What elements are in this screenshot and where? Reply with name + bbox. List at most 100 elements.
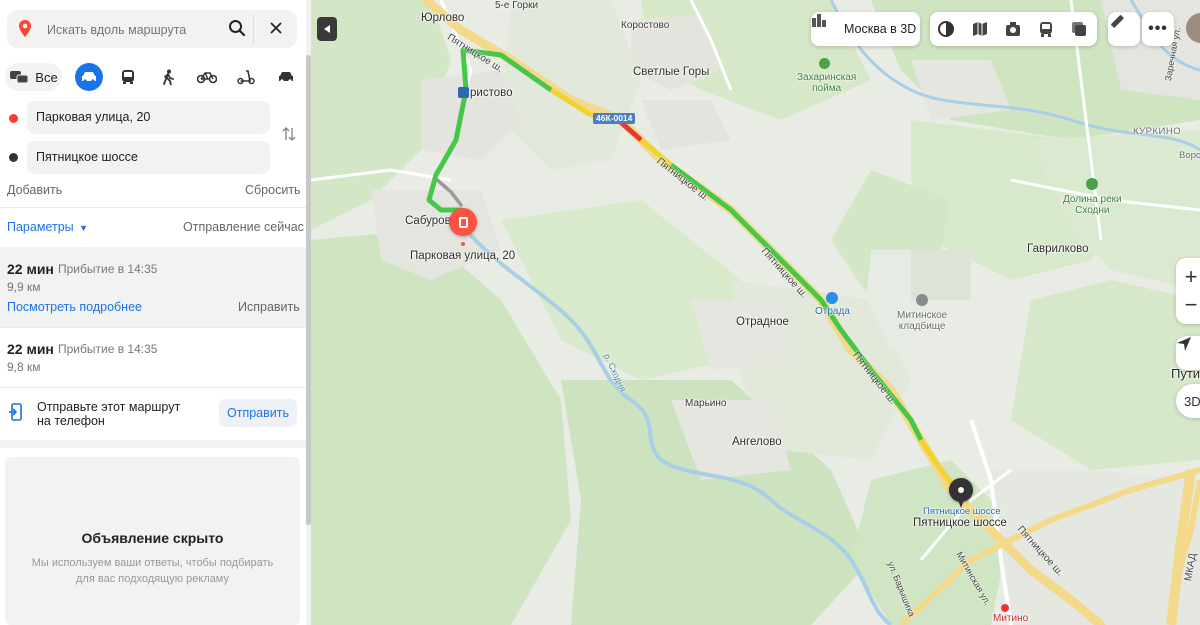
zoom-controls: + − (1176, 258, 1200, 324)
taxi-icon (277, 70, 295, 84)
walk-icon (161, 69, 175, 85)
mode-bike-button[interactable] (195, 63, 219, 91)
mode-all-label: Все (35, 69, 58, 85)
place-mitino-metro: Митино (993, 613, 1029, 624)
place-mitin-cemetery: Митинское кладбище (897, 310, 947, 332)
reset-link[interactable]: Сбросить (245, 183, 301, 197)
place-gavrilkovo: Гаврилково (1027, 243, 1089, 255)
bicycle-icon (197, 70, 217, 84)
moscow-3d-label: Москва в 3D (844, 22, 917, 36)
all-modes-icon (9, 69, 29, 85)
route-option-arrival: Прибытие в 14:35 (58, 342, 158, 356)
3d-button-label: 3D (1184, 393, 1200, 409)
search-icon[interactable] (228, 19, 246, 37)
traffic-layer-icon[interactable] (937, 20, 955, 38)
map[interactable]: Юрлово 5-е Горки Коростово Светлые Горы … (311, 0, 1200, 625)
destination-dot-icon (9, 153, 18, 162)
shop-icon (826, 292, 838, 304)
layers-icon[interactable] (1070, 20, 1088, 38)
place-yurlovo: Юрлово (421, 12, 465, 24)
more-icon: ••• (1148, 20, 1168, 37)
parameters-dropdown[interactable]: Параметры ▼ (7, 220, 88, 234)
buildings-icon (812, 14, 836, 37)
map-layer-icon[interactable] (971, 20, 989, 38)
mode-walk-button[interactable] (156, 63, 180, 91)
start-pin-icon[interactable] (449, 208, 477, 236)
geolocation-button[interactable] (1176, 336, 1200, 370)
section-gap (0, 440, 306, 448)
route-option-2[interactable]: 22 мин Прибытие в 14:35 9,8 км (0, 328, 306, 387)
place-aristovo: ристово (470, 87, 513, 99)
zakharinskaya-line1: Захаринская (797, 72, 857, 83)
hidden-ad-block: Объявление скрыто Мы используем ваши отв… (5, 457, 300, 625)
parameters-label: Параметры (7, 220, 74, 234)
route-search-box (7, 10, 297, 48)
place-marino: Марьино (685, 398, 727, 409)
chevron-left-icon (324, 25, 330, 33)
route-origin-field[interactable]: Парковая улица, 20 (27, 101, 270, 134)
route-details-link[interactable]: Посмотреть подробнее (7, 300, 142, 314)
route-fix-link[interactable]: Исправить (238, 300, 300, 314)
place-kurkino: КУРКИНО (1133, 126, 1182, 137)
place-dolina: Долина реки Сходни (1063, 194, 1122, 216)
mode-car-button[interactable] (75, 63, 103, 91)
start-point-label: Парковая улица, 20 (410, 250, 516, 262)
zakharinskaya-line2: пойма (812, 83, 842, 94)
route-option-distance: 9,9 км (7, 280, 41, 294)
moscow-3d-button[interactable]: Москва в 3D (811, 12, 920, 46)
dolina-line2: Сходни (1075, 205, 1110, 216)
divider (0, 387, 306, 388)
bus-stop-icon (458, 87, 469, 98)
send-button[interactable]: Отправить (219, 399, 297, 427)
route-option-distance: 9,8 км (7, 360, 41, 374)
route-search-input[interactable] (45, 19, 219, 41)
place-korostovo: Коростово (621, 20, 670, 31)
ad-text-line1: Мы используем ваши ответы, чтобы подбира… (31, 557, 274, 569)
place-otrada: Отрада (815, 306, 850, 317)
ad-text: Мы используем ваши ответы, чтобы подбира… (5, 555, 300, 587)
destination-pin-icon[interactable] (949, 478, 973, 502)
add-point-link[interactable]: Добавить (7, 183, 62, 197)
swap-icon[interactable] (282, 126, 296, 142)
send-to-phone-text: Отправьте этот маршрут на телефон (37, 400, 180, 428)
route-option-1[interactable]: 22 мин Прибытие в 14:35 9,9 км Посмотрет… (0, 247, 306, 327)
metro-icon (1001, 604, 1009, 612)
destination-label: Пятницкое шоссе (913, 517, 1007, 529)
zoom-out-icon[interactable]: − (1185, 291, 1198, 319)
layers-toolbar (930, 12, 1097, 46)
route-destination-field[interactable]: Пятницкое шоссе (27, 141, 270, 174)
dolina-line1: Долина реки (1063, 194, 1122, 205)
route-option-time: 22 мин (7, 261, 54, 277)
mode-scooter-button[interactable] (234, 63, 258, 91)
mode-all-button[interactable]: Все (5, 63, 62, 91)
send-text-line1: Отправьте этот маршрут (37, 400, 181, 414)
cemetery-line1: Митинское (897, 310, 948, 321)
zoom-in-icon[interactable]: + (1185, 263, 1198, 291)
panorama-icon[interactable] (1004, 20, 1022, 38)
destination-stop-label: Пятницкое шоссе (923, 506, 1001, 517)
place-vorot: Ворот (1179, 150, 1200, 161)
more-button[interactable]: ••• (1142, 12, 1174, 46)
collapse-panel-button[interactable] (317, 17, 337, 41)
send-text-line2: на телефон (37, 414, 105, 428)
phone-icon (9, 403, 23, 421)
location-pin-icon (19, 20, 31, 37)
park-icon (819, 58, 830, 69)
car-icon (80, 70, 98, 84)
transport-icon[interactable] (1037, 20, 1055, 38)
ruler-button[interactable] (1108, 12, 1140, 46)
place-otradnoe: Отрадное (736, 316, 789, 328)
ad-text-line2: для вас подходящую рекламу (76, 573, 229, 585)
cemetery-icon (916, 294, 928, 306)
bus-icon (120, 69, 136, 85)
place-gorki: 5-е Горки (495, 0, 539, 11)
scooter-icon (237, 69, 255, 85)
cemetery-line2: кладбище (898, 321, 946, 332)
mode-bus-button[interactable] (116, 63, 140, 91)
place-angelovo: Ангелово (732, 436, 782, 448)
sidebar-scrollbar-thumb[interactable] (306, 55, 311, 525)
place-svetlye-gory: Светлые Горы (633, 66, 710, 78)
close-icon[interactable] (269, 21, 283, 35)
mode-taxi-button[interactable] (274, 63, 298, 91)
departure-time[interactable]: Отправление сейчас (183, 220, 304, 234)
